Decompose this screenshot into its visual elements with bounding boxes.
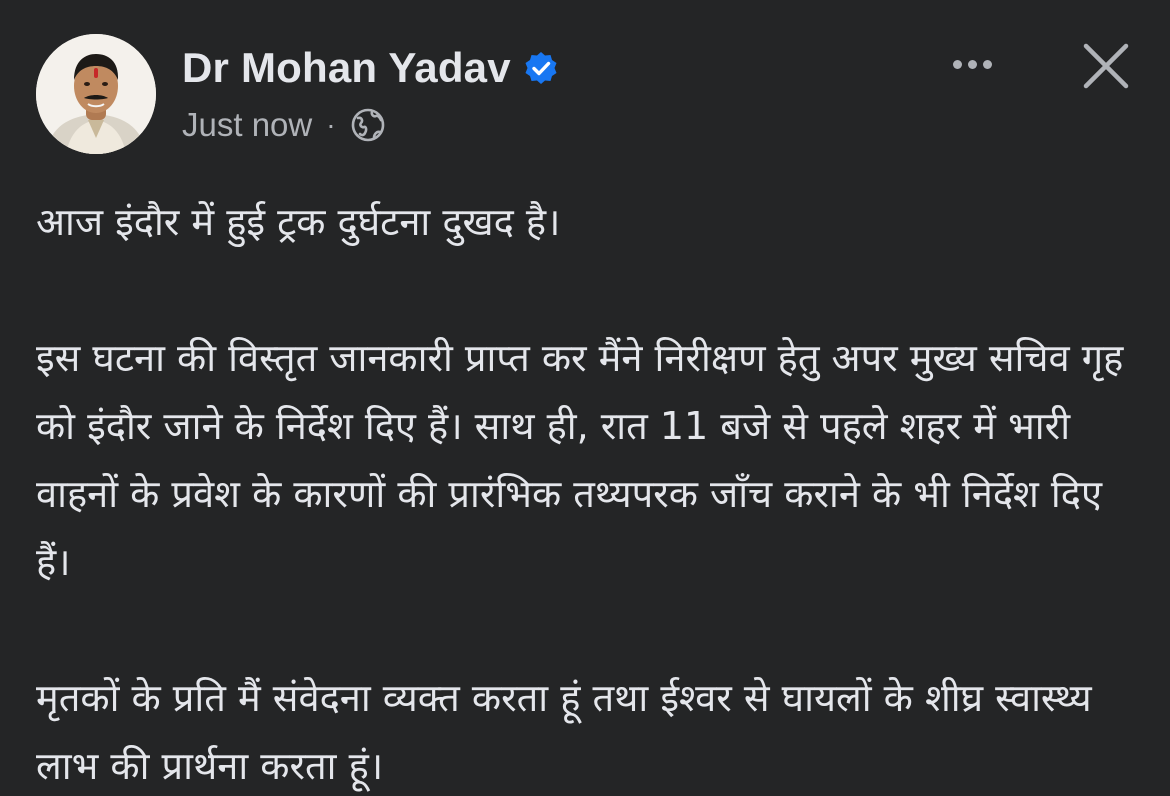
profile-photo xyxy=(36,34,156,154)
close-button[interactable] xyxy=(1078,38,1134,94)
author-avatar[interactable] xyxy=(36,34,156,154)
author-row: Dr Mohan Yadav xyxy=(182,42,559,94)
post-paragraph: इस घटना की विस्तृत जानकारी प्राप्त कर मै… xyxy=(36,336,1124,584)
author-name[interactable]: Dr Mohan Yadav xyxy=(182,42,511,94)
post-paragraph: आज इंदौर में हुई ट्रक दुर्घटना दुखद है। xyxy=(36,200,561,244)
post-paragraph: मृतकों के प्रति मैं संवेदना व्यक्त करता … xyxy=(36,676,1092,788)
post-timestamp[interactable]: Just now xyxy=(182,104,312,146)
verified-badge-icon xyxy=(523,50,559,86)
post-viewer: Dr Mohan Yadav Just now · आज इंदौर में ह… xyxy=(0,0,1170,796)
meta-separator: · xyxy=(326,109,336,140)
more-horizontal-icon xyxy=(952,59,962,69)
post-text: आज इंदौर में हुई ट्रक दुर्घटना दुखद है। … xyxy=(36,188,1136,796)
more-horizontal-icon xyxy=(967,59,977,69)
more-horizontal-icon xyxy=(982,59,992,69)
close-icon xyxy=(1083,43,1129,89)
globe-icon[interactable] xyxy=(350,107,386,143)
more-options-button[interactable] xyxy=(944,44,1000,84)
post-meta: Just now · xyxy=(182,104,386,146)
